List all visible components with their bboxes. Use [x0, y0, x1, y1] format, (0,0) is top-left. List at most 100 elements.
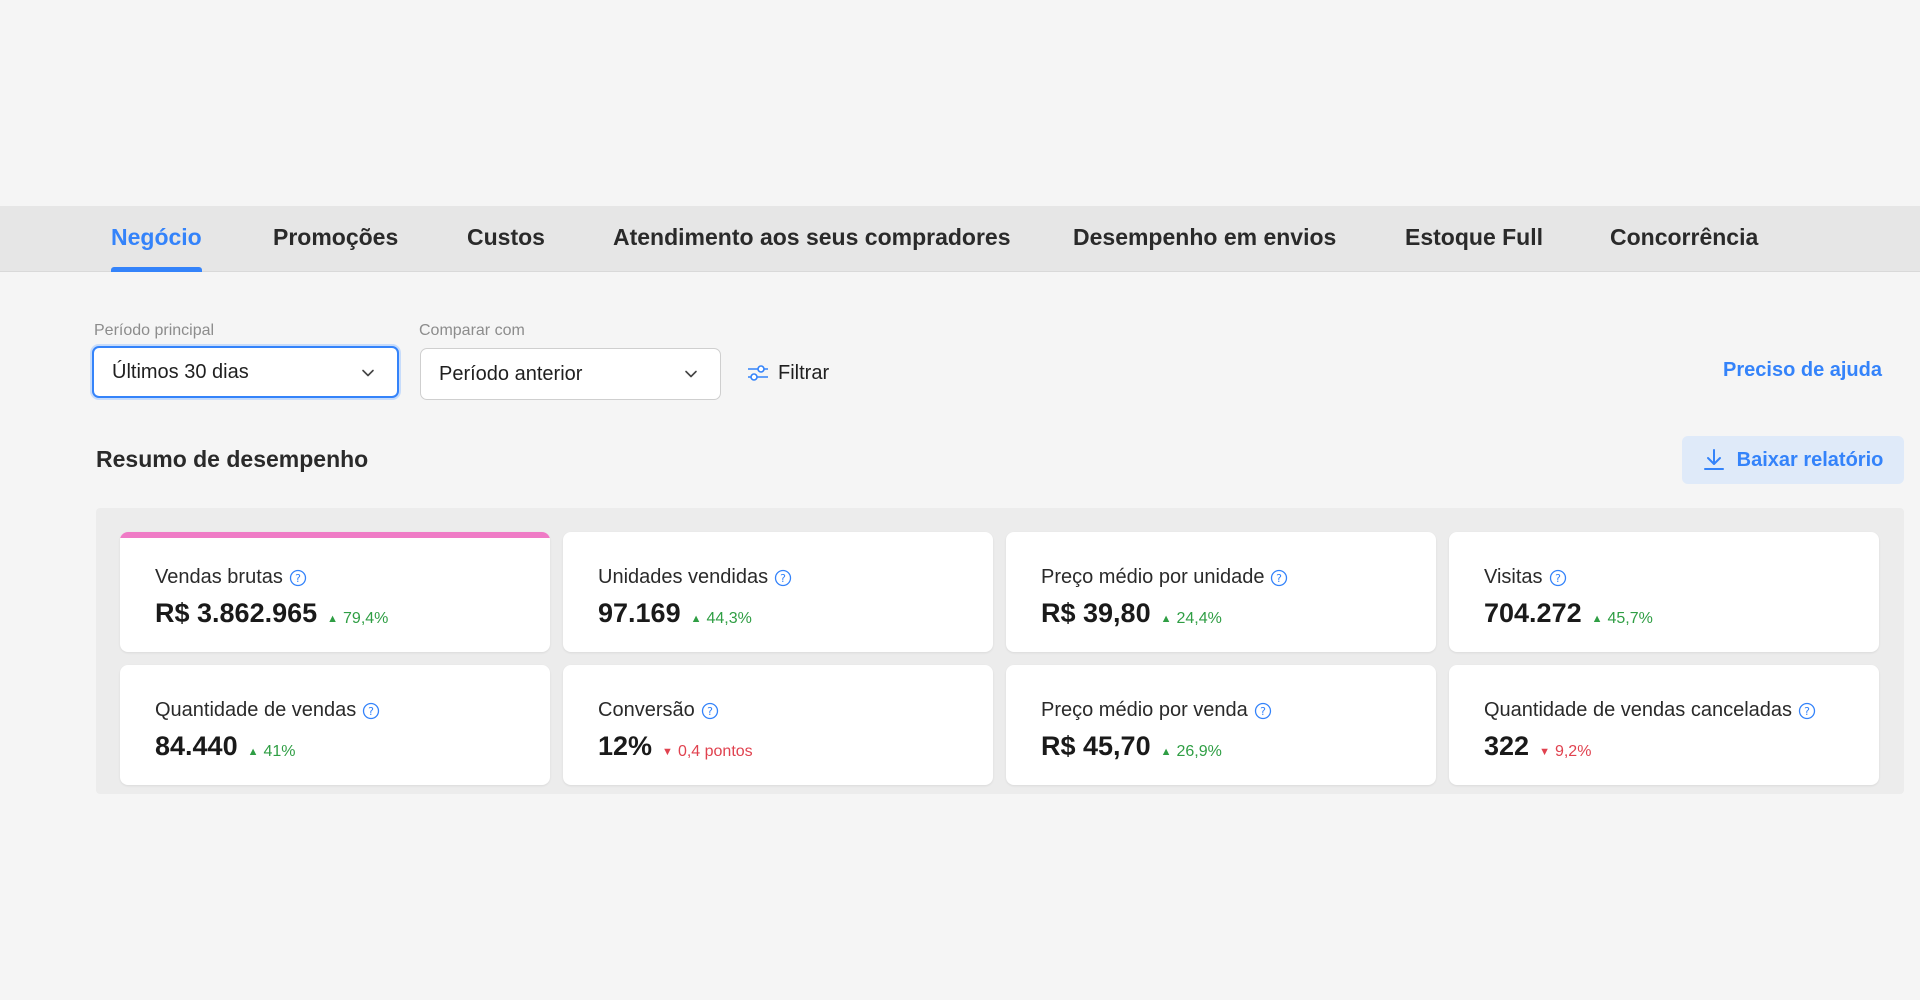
download-report-label: Baixar relatório [1736, 448, 1884, 471]
question-circle-icon[interactable]: ? [1270, 569, 1288, 587]
tab-bar: Negócio Promoções Custos Atendimento aos… [0, 206, 1920, 272]
metric-delta: ▲ 79,4% [327, 610, 388, 628]
svg-text:?: ? [780, 572, 786, 585]
question-circle-icon[interactable]: ? [774, 569, 792, 587]
sliders-icon [748, 365, 768, 381]
metric-label: Vendas brutas ? [155, 566, 307, 589]
metric-card-quantidade-vendas[interactable]: Quantidade de vendas ? 84.440 ▲ 41% [120, 665, 550, 785]
metric-label-text: Preço médio por unidade [1041, 566, 1265, 588]
metric-value: 322 [1484, 731, 1530, 761]
question-circle-icon[interactable]: ? [1254, 702, 1272, 720]
metrics-panel: Vendas brutas ? R$ 3.862.965 ▲ 79,4% Unid… [96, 508, 1904, 794]
triangle-up-icon: ▲ [690, 613, 702, 625]
metric-label: Conversão ? [598, 699, 719, 722]
main-period-value: Últimos 30 dias [112, 361, 249, 383]
svg-text:?: ? [1555, 572, 1561, 585]
triangle-down-icon: ▼ [1539, 746, 1550, 758]
metric-value-row: R$ 3.862.965 ▲ 79,4% [155, 598, 388, 629]
metric-value-row: 12% ▼ 0,4 pontos [598, 731, 753, 762]
filter-button[interactable]: Filtrar [746, 358, 829, 388]
metric-value-row: 322 ▼ 9,2% [1484, 731, 1591, 762]
metric-label-text: Unidades vendidas [598, 566, 769, 588]
metric-value-row: 97.169 ▲ 44,3% [598, 598, 752, 629]
metric-card-unidades-vendidas[interactable]: Unidades vendidas ? 97.169 ▲ 44,3% [563, 532, 993, 652]
chevron-down-icon [685, 370, 697, 378]
metric-delta-text: 26,9% [1176, 743, 1222, 760]
metric-value: R$ 3.862.965 [155, 598, 318, 628]
metric-delta-text: 45,7% [1607, 610, 1653, 627]
metric-delta-text: 41% [263, 743, 296, 760]
page: Negócio Promoções Custos Atendimento aos… [0, 0, 1920, 1000]
question-circle-icon[interactable]: ? [289, 569, 307, 587]
triangle-up-icon: ▲ [327, 613, 339, 625]
metric-label-text: Quantidade de vendas canceladas [1484, 699, 1793, 721]
metric-value-row: 704.272 ▲ 45,7% [1484, 598, 1653, 629]
main-period-label: Período principal [94, 322, 215, 339]
triangle-down-icon: ▼ [662, 746, 673, 758]
metric-card-vendas-canceladas[interactable]: Quantidade de vendas canceladas ? 322 ▼ 9… [1449, 665, 1879, 785]
question-circle-icon[interactable]: ? [1549, 569, 1567, 587]
metric-value: R$ 39,80 [1041, 598, 1151, 628]
tab-promocoes[interactable]: Promoções [273, 206, 398, 272]
metric-value: 12% [598, 731, 653, 761]
question-circle-icon[interactable]: ? [701, 702, 719, 720]
metric-delta-text: 0,4 pontos [677, 743, 753, 760]
metric-delta: ▼ 9,2% [1539, 743, 1591, 761]
metric-label: Quantidade de vendas canceladas ? [1484, 699, 1816, 722]
help-link[interactable]: Preciso de ajuda [1723, 359, 1882, 382]
triangle-up-icon: ▲ [1160, 613, 1172, 625]
metric-card-vendas-brutas[interactable]: Vendas brutas ? R$ 3.862.965 ▲ 79,4% [120, 532, 550, 652]
tab-concorrencia[interactable]: Concorrência [1610, 206, 1758, 272]
metric-label: Visitas ? [1484, 566, 1567, 589]
metric-delta: ▲ 41% [248, 743, 296, 761]
tab-custos[interactable]: Custos [467, 206, 545, 272]
metric-card-preco-medio-venda[interactable]: Preço médio por venda ? R$ 45,70 ▲ 26,9% [1006, 665, 1436, 785]
metric-value: R$ 45,70 [1041, 731, 1151, 761]
metric-label: Preço médio por venda ? [1041, 699, 1272, 722]
metric-label-text: Preço médio por venda [1041, 699, 1248, 721]
metric-delta-text: 79,4% [343, 610, 389, 627]
metric-label: Quantidade de vendas ? [155, 699, 380, 722]
metric-label: Preço médio por unidade ? [1041, 566, 1288, 589]
metric-delta-text: 44,3% [706, 610, 752, 627]
question-circle-icon[interactable]: ? [1798, 702, 1816, 720]
metric-card-conversao[interactable]: Conversão ? 12% ▼ 0,4 pontos [563, 665, 993, 785]
compare-with-value: Período anterior [439, 363, 583, 385]
tab-negocio[interactable]: Negócio [111, 206, 202, 272]
svg-text:?: ? [1260, 705, 1266, 718]
tab-atendimento[interactable]: Atendimento aos seus compradores [613, 206, 1011, 272]
triangle-up-icon: ▲ [247, 746, 259, 758]
triangle-up-icon: ▲ [1160, 746, 1172, 758]
metric-delta-text: 24,4% [1176, 610, 1222, 627]
tab-desempenho-envios[interactable]: Desempenho em envios [1073, 206, 1336, 272]
svg-text:?: ? [1277, 572, 1283, 585]
metric-label: Unidades vendidas ? [598, 566, 792, 589]
filter-button-label: Filtrar [778, 361, 830, 384]
download-report-button[interactable]: Baixar relatório [1682, 436, 1904, 484]
main-period-select[interactable]: Últimos 30 dias [92, 346, 399, 398]
metric-value: 704.272 [1484, 598, 1582, 628]
metric-value-row: 84.440 ▲ 41% [155, 731, 296, 762]
compare-with-select[interactable]: Período anterior [420, 348, 721, 400]
metric-value-row: R$ 39,80 ▲ 24,4% [1041, 598, 1222, 629]
compare-with-label: Comparar com [419, 322, 525, 339]
metric-delta: ▲ 24,4% [1161, 610, 1222, 628]
metric-label-text: Conversão [598, 699, 695, 721]
metric-delta: ▲ 45,7% [1592, 610, 1653, 628]
metric-card-visitas[interactable]: Visitas ? 704.272 ▲ 45,7% [1449, 532, 1879, 652]
metric-label-text: Visitas [1484, 566, 1543, 588]
metric-label-text: Vendas brutas [155, 566, 283, 588]
section-title: Resumo de desempenho [96, 446, 369, 472]
metric-label-text: Quantidade de vendas [155, 699, 357, 721]
tab-estoque-full[interactable]: Estoque Full [1405, 206, 1543, 272]
download-icon [1703, 449, 1724, 470]
triangle-up-icon: ▲ [1591, 613, 1603, 625]
svg-text:?: ? [368, 705, 374, 718]
metric-value: 97.169 [598, 598, 681, 628]
metric-value: 84.440 [155, 731, 238, 761]
chevron-down-icon [362, 369, 374, 377]
svg-text:?: ? [1804, 705, 1810, 718]
question-circle-icon[interactable]: ? [362, 702, 380, 720]
metric-delta: ▲ 26,9% [1161, 743, 1222, 761]
metric-card-preco-medio-unidade[interactable]: Preço médio por unidade ? R$ 39,80 ▲ 24,4… [1006, 532, 1436, 652]
